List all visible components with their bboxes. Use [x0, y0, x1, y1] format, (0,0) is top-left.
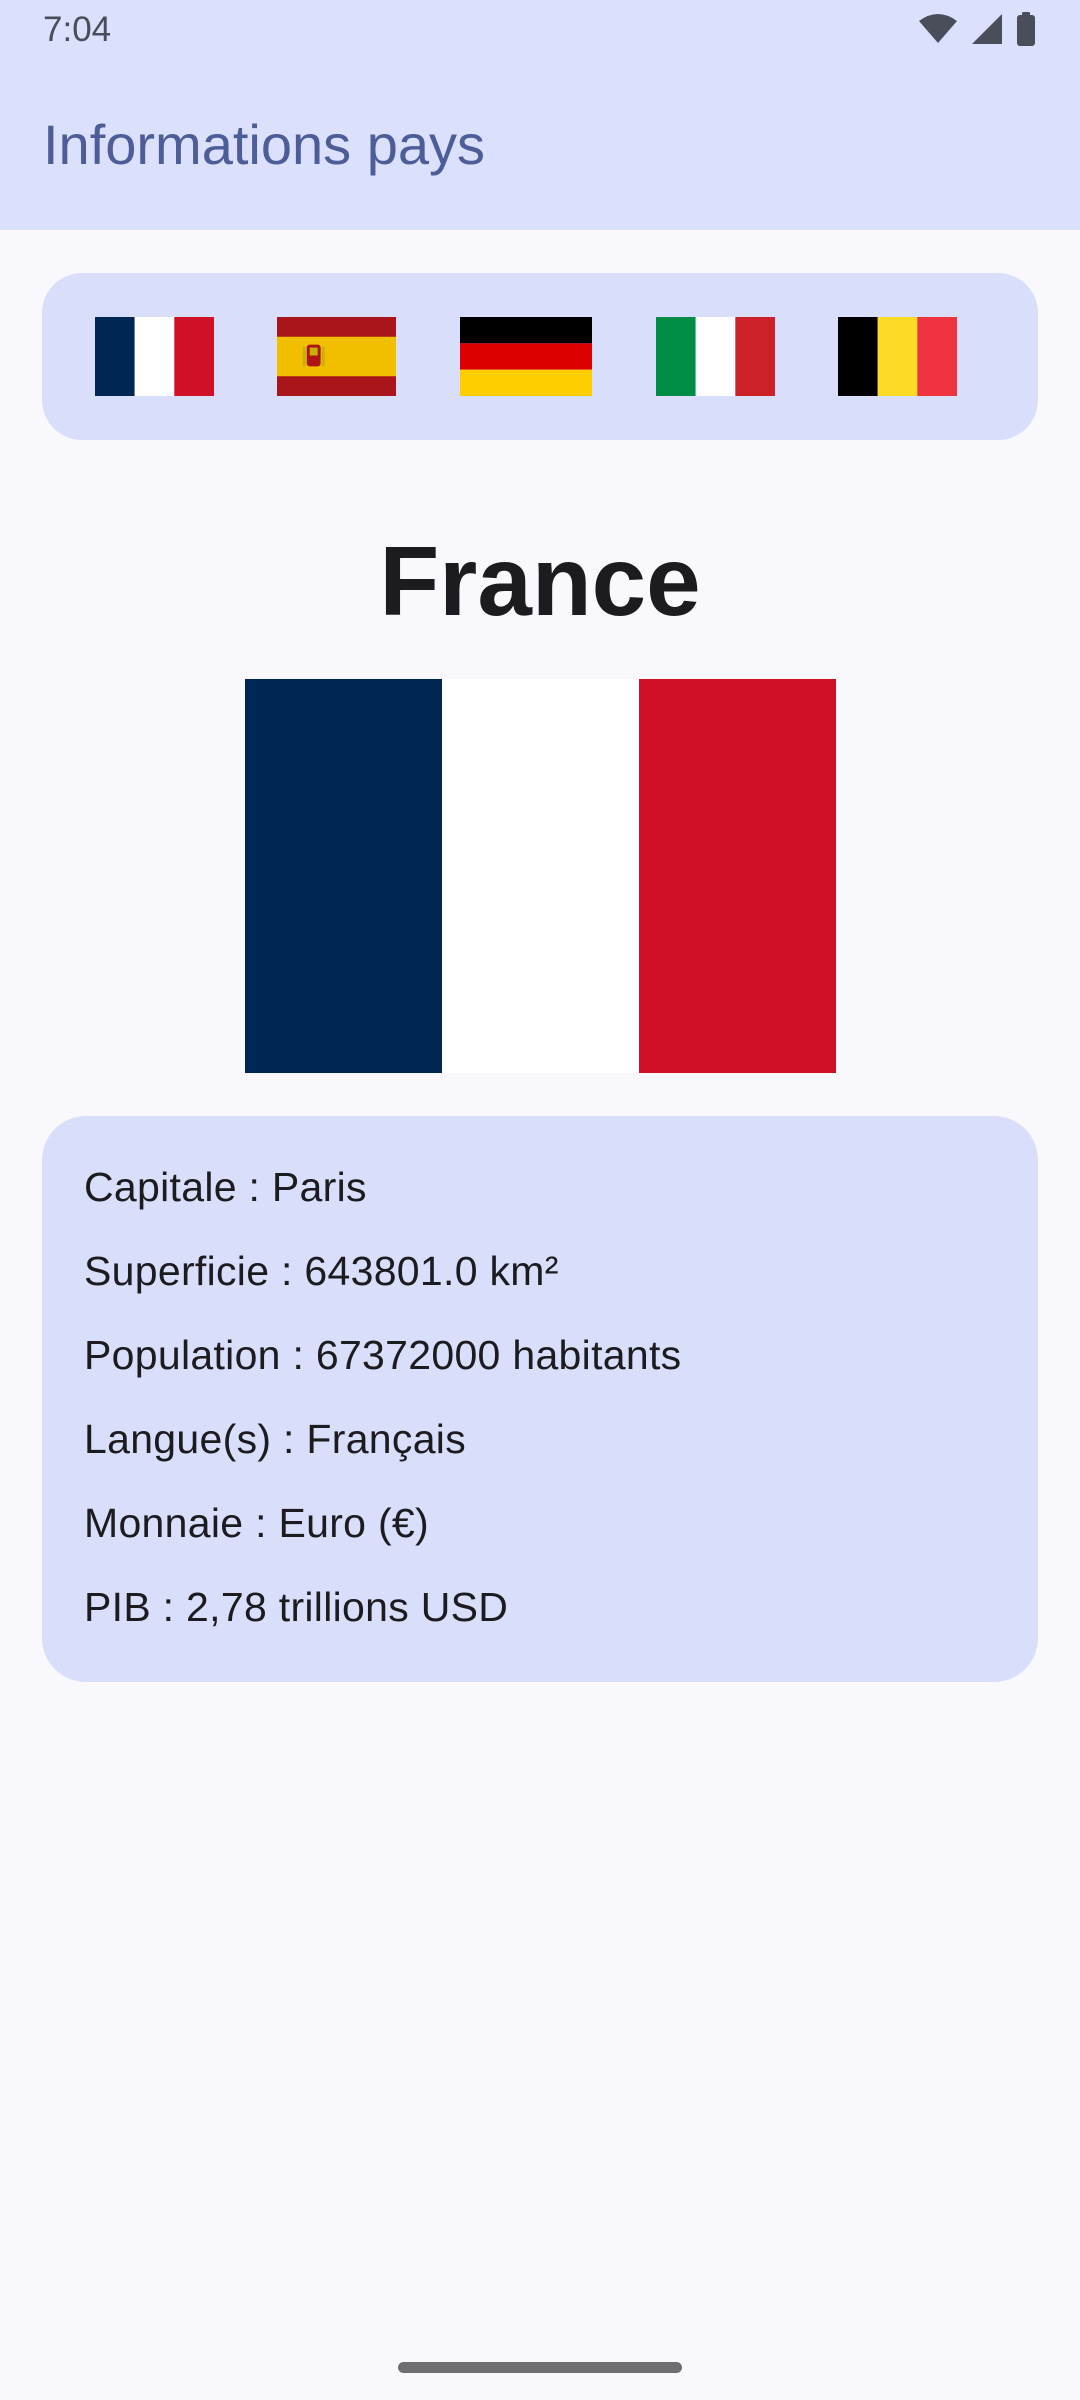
- flag-france-large-icon: [245, 679, 836, 1073]
- signal-icon: [972, 14, 1002, 44]
- flag-belgium-icon: [838, 317, 957, 396]
- country-flag-image: [245, 679, 836, 1073]
- capital-label: Capitale : Paris: [84, 1164, 367, 1210]
- status-icons: [918, 12, 1036, 46]
- top-app-bar: 7:04 Informations pays: [0, 0, 1080, 230]
- flag-france-icon: [95, 317, 214, 396]
- gesture-nav-handle[interactable]: [398, 2362, 682, 2373]
- flag-belgium-button[interactable]: [838, 317, 957, 396]
- flag-spain-button[interactable]: [277, 317, 396, 396]
- flag-italy-icon: [656, 317, 775, 396]
- flag-germany-button[interactable]: [460, 317, 592, 396]
- country-name: France: [379, 526, 701, 636]
- app-title: Informations pays: [43, 113, 485, 176]
- area-label: Superficie : 643801.0 km²: [84, 1248, 559, 1294]
- gdp-label: PIB : 2,78 trillions USD: [84, 1584, 509, 1630]
- flag-italy-button[interactable]: [656, 317, 775, 396]
- flag-germany-icon: [460, 317, 592, 396]
- wifi-icon: [919, 14, 957, 43]
- population-label: Population : 67372000 habitants: [84, 1332, 682, 1378]
- battery-icon: [1017, 12, 1035, 46]
- status-time: 7:04: [43, 10, 112, 49]
- flag-france-button[interactable]: [95, 317, 214, 396]
- languages-label: Langue(s) : Français: [84, 1416, 467, 1462]
- flag-spain-icon: [277, 317, 396, 396]
- currency-label: Monnaie : Euro (€): [84, 1500, 429, 1546]
